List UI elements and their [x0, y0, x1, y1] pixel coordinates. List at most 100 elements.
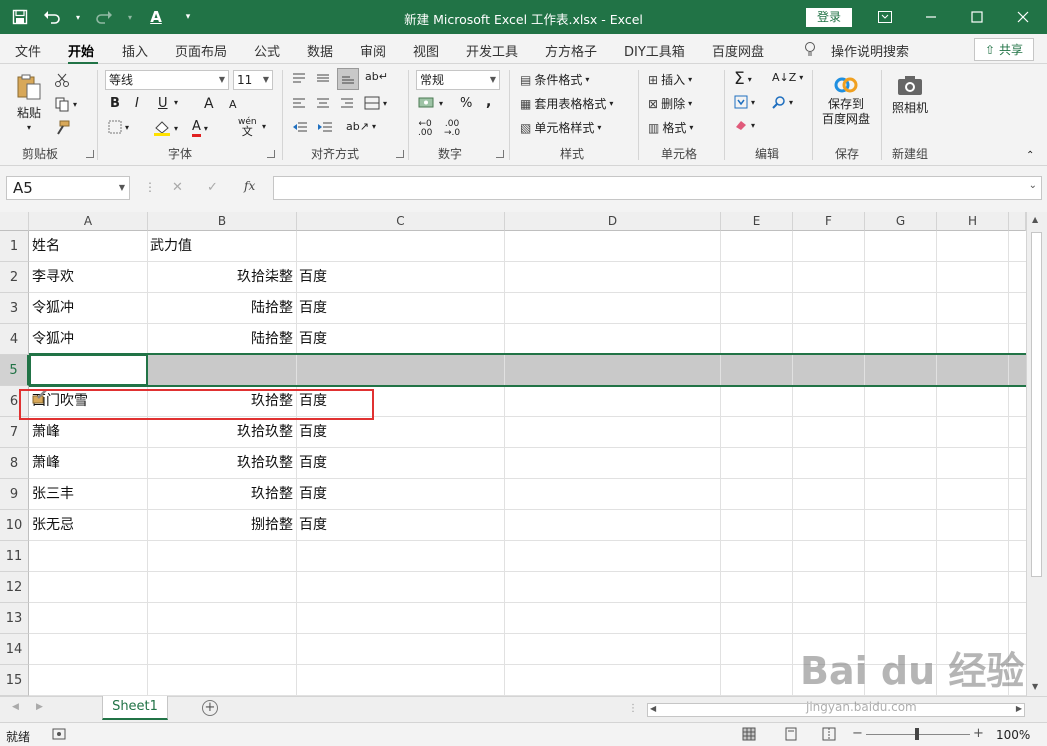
ribbon-display-icon[interactable] [874, 6, 896, 28]
tab-formulas[interactable]: 公式 [254, 41, 280, 60]
row-header-7[interactable]: 7 [0, 417, 29, 448]
row-header-15[interactable]: 15 [0, 665, 29, 696]
row-header-1[interactable]: 1 [0, 231, 29, 262]
comma-style-icon[interactable]: , [486, 94, 491, 110]
underline-button[interactable]: U [158, 96, 168, 111]
tab-file[interactable]: 文件 [15, 41, 41, 60]
row-header-14[interactable]: 14 [0, 634, 29, 665]
tab-home[interactable]: 开始 [68, 41, 94, 60]
insert-function-icon[interactable]: fx [244, 179, 255, 193]
cell-c3[interactable]: 百度 [296, 293, 504, 324]
cell-a9[interactable]: 张三丰 [29, 479, 147, 510]
column-header-a[interactable]: A [29, 212, 148, 231]
number-launcher-icon[interactable] [496, 150, 504, 158]
tab-view[interactable]: 视图 [413, 41, 439, 60]
cell-a12[interactable] [29, 572, 147, 603]
tab-review[interactable]: 审阅 [360, 41, 386, 60]
vertical-scrollbar[interactable]: ▲ ▼ [1026, 212, 1047, 696]
decrease-indent-icon[interactable] [292, 121, 308, 133]
cell-c4[interactable]: 百度 [296, 324, 504, 355]
column-header-e[interactable]: E [721, 212, 793, 231]
align-right-icon[interactable] [340, 97, 354, 109]
conditional-formatting-button[interactable]: ▤ 条件格式 ▾ [520, 71, 589, 88]
find-select-icon[interactable]: ▾ [772, 95, 793, 109]
cell-b8[interactable]: 玖拾玖整 [147, 448, 296, 479]
row-header-10[interactable]: 10 [0, 510, 29, 541]
cell-a13[interactable] [29, 603, 147, 634]
cell-b15[interactable] [147, 665, 296, 696]
paste-button[interactable]: 粘贴 ▾ [14, 72, 44, 132]
align-middle-icon[interactable] [316, 72, 330, 84]
italic-button[interactable]: I [135, 96, 139, 111]
zoom-out-icon[interactable]: − [852, 726, 863, 741]
cell-a1[interactable]: 姓名 [29, 231, 147, 262]
name-box[interactable]: A5 ▼ [6, 176, 130, 200]
shrink-font-button[interactable]: A [229, 98, 237, 111]
row-header-2[interactable]: 2 [0, 262, 29, 293]
delete-cells-button[interactable]: ⊠ 删除 ▾ [648, 95, 692, 112]
cell-b13[interactable] [147, 603, 296, 634]
zoom-level[interactable]: 100% [996, 728, 1030, 742]
align-center-icon[interactable] [316, 97, 330, 109]
tab-page-layout[interactable]: 页面布局 [175, 41, 227, 60]
cell-c15[interactable] [296, 665, 504, 696]
underline-dropdown-icon[interactable]: ▾ [174, 98, 178, 107]
column-header-c[interactable]: C [297, 212, 505, 231]
cell-a4[interactable]: 令狐冲 [29, 324, 147, 355]
row-header-9[interactable]: 9 [0, 479, 29, 510]
cell-a11[interactable] [29, 541, 147, 572]
cell-a10[interactable]: 张无忌 [29, 510, 147, 541]
orientation-icon[interactable]: ab↗ ▾ [346, 120, 376, 133]
clear-icon[interactable]: ▾ [734, 119, 755, 131]
format-painter-icon[interactable] [54, 120, 70, 136]
cell-b10[interactable]: 捌拾整 [147, 510, 296, 541]
cell-c1[interactable] [296, 231, 504, 262]
accounting-format-icon[interactable]: ▾ [418, 96, 443, 110]
borders-icon[interactable]: ▾ [108, 120, 129, 134]
cell-c8[interactable]: 百度 [296, 448, 504, 479]
tell-me-search[interactable]: 操作说明搜索 [831, 41, 909, 60]
insert-cells-button[interactable]: ⊞ 插入 ▾ [648, 71, 692, 88]
cell-b1[interactable]: 武力值 [147, 231, 296, 262]
column-header-g[interactable]: G [865, 212, 937, 231]
login-button[interactable]: 登录 [806, 8, 852, 27]
align-top-icon[interactable] [292, 72, 306, 84]
scroll-right-icon[interactable]: ▶ [1016, 704, 1022, 713]
row-header-4[interactable]: 4 [0, 324, 29, 355]
worksheet-grid[interactable]: 姓名 武力值 李寻欢 玖拾柒整 百度 令狐冲 陆拾整 百度 令狐冲 陆拾整 百度 西门吹雪 玖拾整 百度萧… [29, 231, 1026, 696]
increase-decimal-icon[interactable]: ←0.00 [418, 120, 432, 138]
cell-c9[interactable]: 百度 [296, 479, 504, 510]
cell-b11[interactable] [147, 541, 296, 572]
tab-data[interactable]: 数据 [307, 41, 333, 60]
decrease-decimal-icon[interactable]: .00 →.0 [444, 120, 460, 138]
grow-font-button[interactable]: A [204, 96, 214, 112]
next-sheet-icon[interactable]: ▶ [36, 702, 43, 712]
scroll-up-icon[interactable]: ▲ [1032, 215, 1038, 224]
normal-view-icon[interactable] [742, 727, 756, 744]
cell-a7[interactable]: 萧峰 [29, 417, 147, 448]
vertical-scroll-thumb[interactable] [1031, 232, 1042, 577]
formula-input[interactable]: ⌄ [273, 176, 1042, 200]
column-header-f[interactable]: F [793, 212, 865, 231]
cell-c10[interactable]: 百度 [296, 510, 504, 541]
merge-center-icon[interactable]: ▾ [364, 96, 387, 110]
cell-c11[interactable] [296, 541, 504, 572]
cell-c14[interactable] [296, 634, 504, 665]
font-size-combo[interactable]: 11 ▼ [233, 70, 273, 90]
bold-button[interactable]: B [110, 96, 120, 111]
share-button[interactable]: ⇧ 共享 [974, 38, 1034, 61]
autosum-icon[interactable]: Σ ▾ [734, 69, 752, 89]
cell-b5[interactable] [147, 355, 296, 386]
column-header-h[interactable]: H [937, 212, 1009, 231]
cell-b7[interactable]: 玖拾玖整 [147, 417, 296, 448]
alignment-launcher-icon[interactable] [396, 150, 404, 158]
cell-b3[interactable]: 陆拾整 [147, 293, 296, 324]
row-header-3[interactable]: 3 [0, 293, 29, 324]
page-break-view-icon[interactable] [822, 727, 836, 744]
sheet-tab-sheet1[interactable]: Sheet1 [102, 696, 168, 720]
page-layout-view-icon[interactable] [784, 727, 798, 744]
cancel-icon[interactable]: ✕ [172, 180, 183, 195]
save-to-baidu-button[interactable]: 保存到 百度网盘 [822, 74, 870, 126]
cell-b9[interactable]: 玖拾整 [147, 479, 296, 510]
sort-filter-icon[interactable]: A↓Z ▾ [772, 71, 803, 84]
